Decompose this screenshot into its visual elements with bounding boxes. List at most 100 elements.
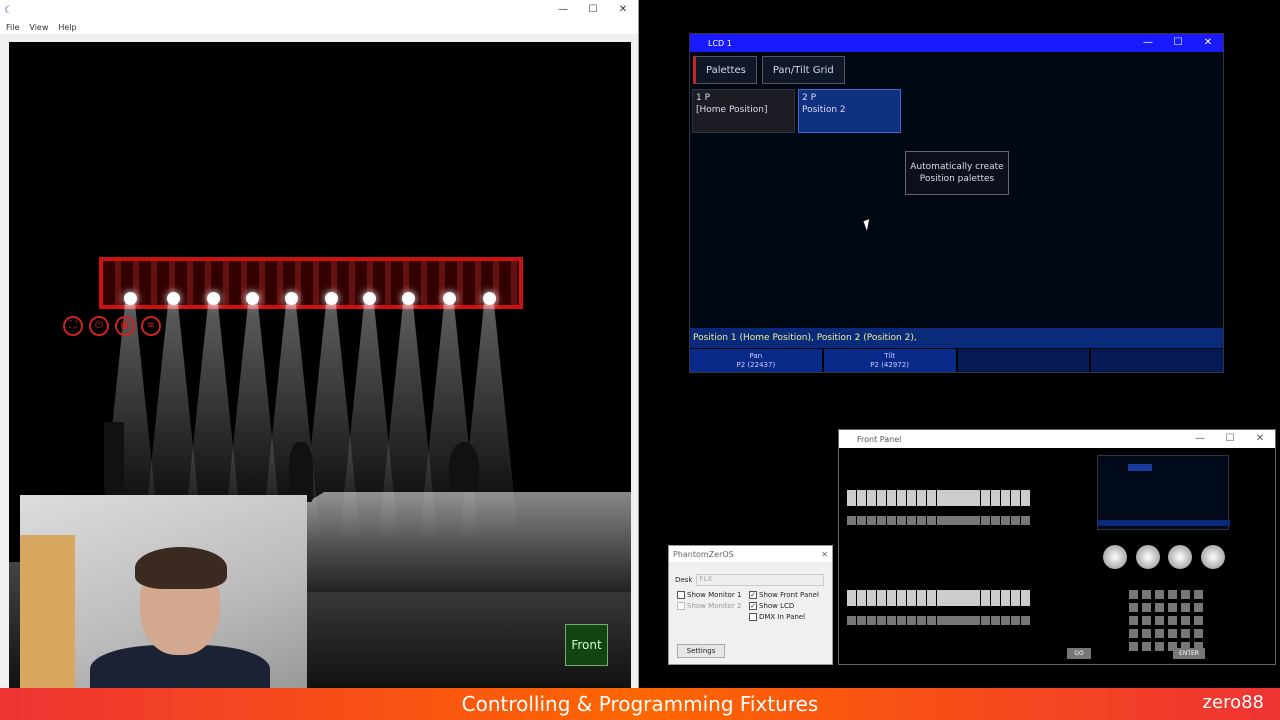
fader-button[interactable] <box>847 516 856 525</box>
attribute-empty[interactable] <box>1091 349 1223 372</box>
fixture-lamp[interactable] <box>363 292 376 305</box>
maximize-button[interactable]: ☐ <box>1215 429 1245 449</box>
keypad-button[interactable] <box>1129 642 1138 651</box>
keypad-button[interactable] <box>1155 629 1164 638</box>
menu-file[interactable]: File <box>6 23 19 32</box>
fader-button[interactable] <box>971 616 980 625</box>
fixture-lamp[interactable] <box>124 292 137 305</box>
fader-button[interactable] <box>857 516 866 525</box>
keypad-button[interactable] <box>1194 603 1203 612</box>
fixture-lamp[interactable] <box>167 292 180 305</box>
keypad-button[interactable] <box>1168 616 1177 625</box>
minimize-button[interactable]: — <box>1133 33 1163 53</box>
playback-fader[interactable] <box>857 590 866 606</box>
fader-button[interactable] <box>897 516 906 525</box>
keypad-button[interactable] <box>1194 629 1203 638</box>
fader-button[interactable] <box>897 616 906 625</box>
keypad-button[interactable] <box>1129 629 1138 638</box>
fixture-lamp[interactable] <box>246 292 259 305</box>
keypad-button[interactable] <box>1155 590 1164 599</box>
keypad-button[interactable] <box>1168 629 1177 638</box>
keypad-button[interactable] <box>1142 616 1151 625</box>
fader-button[interactable] <box>1011 516 1020 525</box>
playback-fader[interactable] <box>991 590 1000 606</box>
settings-button[interactable]: Settings <box>677 644 725 658</box>
keypad-button[interactable] <box>1194 590 1203 599</box>
keypad-button[interactable] <box>1129 616 1138 625</box>
encoder-wheel[interactable] <box>1201 545 1225 569</box>
fullscreen-icon[interactable]: ⛶ <box>63 316 83 336</box>
fader-button[interactable] <box>941 516 950 525</box>
attribute-tilt[interactable]: Tilt P2 (42972) <box>823 349 956 372</box>
playback-fader[interactable] <box>1001 490 1010 506</box>
playback-fader[interactable] <box>961 590 970 606</box>
playback-fader[interactable] <box>971 490 980 506</box>
front-view-button[interactable]: Front <box>565 624 608 666</box>
fader-button[interactable] <box>1011 616 1020 625</box>
fader-button[interactable] <box>991 516 1000 525</box>
playback-fader[interactable] <box>917 490 926 506</box>
encoder-wheel[interactable] <box>1136 545 1160 569</box>
go-button[interactable]: GO <box>1067 648 1091 659</box>
minimize-button[interactable]: — <box>548 0 578 20</box>
fader-button[interactable] <box>847 616 856 625</box>
fader-button[interactable] <box>917 616 926 625</box>
fader-button[interactable] <box>951 516 960 525</box>
maximize-button[interactable]: ☐ <box>1163 33 1193 53</box>
playback-fader[interactable] <box>877 490 886 506</box>
playback-fader[interactable] <box>981 490 990 506</box>
fixture-lamp[interactable] <box>207 292 220 305</box>
fader-button[interactable] <box>1021 516 1030 525</box>
playback-fader[interactable] <box>951 590 960 606</box>
attribute-empty[interactable] <box>957 349 1090 372</box>
playback-fader[interactable] <box>1021 590 1030 606</box>
playback-fader[interactable] <box>847 490 856 506</box>
show-monitor-1-checkbox[interactable]: Show Monitor 1 <box>677 591 741 599</box>
attribute-pan[interactable]: Pan P2 (22437) <box>690 349 822 372</box>
fader-button[interactable] <box>887 616 896 625</box>
playback-fader[interactable] <box>941 490 950 506</box>
fader-button[interactable] <box>927 616 936 625</box>
show-monitor-2-checkbox[interactable]: Show Monitor 2 <box>677 602 741 610</box>
playback-fader[interactable] <box>887 590 896 606</box>
close-icon[interactable]: ✕ <box>821 550 828 559</box>
encoder-wheel[interactable] <box>1103 545 1127 569</box>
show-lcd-checkbox[interactable]: ✓ Show LCD <box>749 602 794 610</box>
fixture-lamp[interactable] <box>285 292 298 305</box>
menu-view[interactable]: View <box>29 23 48 32</box>
close-button[interactable]: ✕ <box>1193 33 1223 53</box>
playback-fader[interactable] <box>981 590 990 606</box>
playback-fader[interactable] <box>1001 590 1010 606</box>
fixture-lamp[interactable] <box>325 292 338 305</box>
close-button[interactable]: ✕ <box>608 0 638 20</box>
playback-fader[interactable] <box>927 590 936 606</box>
playback-fader[interactable] <box>961 490 970 506</box>
playback-fader[interactable] <box>887 490 896 506</box>
fader-button[interactable] <box>951 616 960 625</box>
tab-pan-tilt-grid[interactable]: Pan/Tilt Grid <box>761 56 845 84</box>
playback-fader[interactable] <box>1011 590 1020 606</box>
fixture-lamp[interactable] <box>483 292 496 305</box>
playback-fader[interactable] <box>1011 490 1020 506</box>
keypad-button[interactable] <box>1129 590 1138 599</box>
playback-fader[interactable] <box>877 590 886 606</box>
fader-button[interactable] <box>877 516 886 525</box>
keypad-button[interactable] <box>1142 642 1151 651</box>
fader-button[interactable] <box>1021 616 1030 625</box>
dmx-in-panel-checkbox[interactable]: DMX In Panel <box>749 613 805 621</box>
fader-button[interactable] <box>1001 616 1010 625</box>
fixture-lamp[interactable] <box>443 292 456 305</box>
desk-select[interactable]: FLX <box>696 574 825 586</box>
playback-fader[interactable] <box>857 490 866 506</box>
fader-button[interactable] <box>961 516 970 525</box>
playback-fader[interactable] <box>867 490 876 506</box>
fader-button[interactable] <box>991 616 1000 625</box>
fader-button[interactable] <box>941 616 950 625</box>
keypad-button[interactable] <box>1181 616 1190 625</box>
playback-fader[interactable] <box>907 490 916 506</box>
keypad-button[interactable] <box>1142 629 1151 638</box>
palette-2[interactable]: 2 P Position 2 <box>798 89 901 133</box>
keypad-button[interactable] <box>1181 629 1190 638</box>
playback-fader[interactable] <box>971 590 980 606</box>
fader-button[interactable] <box>961 616 970 625</box>
